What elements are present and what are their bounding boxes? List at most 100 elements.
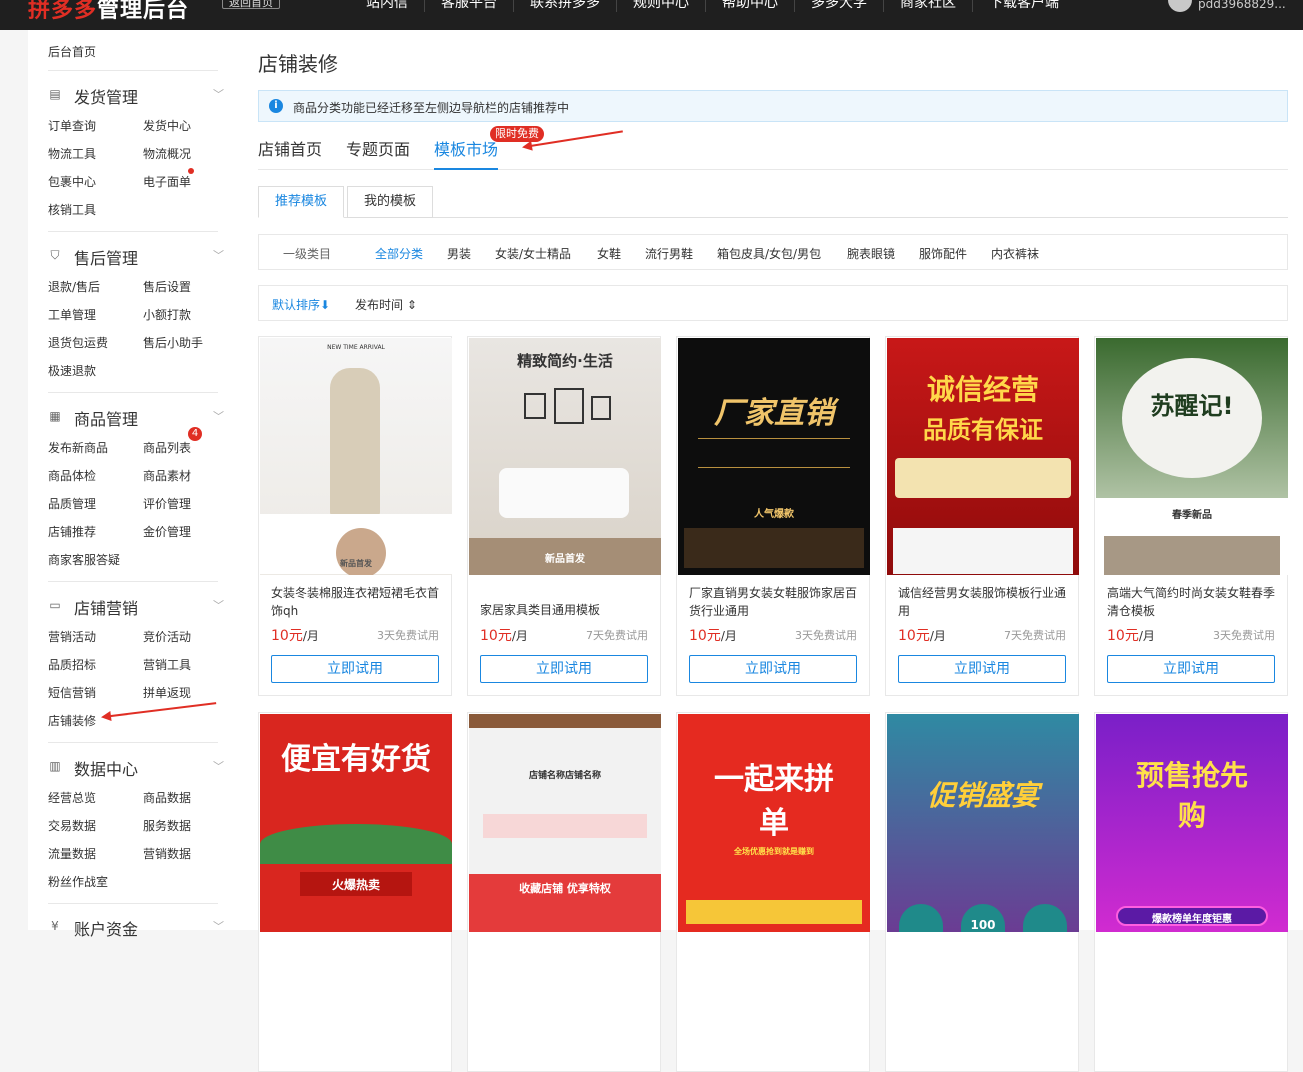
sidebar-item-after-sales-settings[interactable]: 售后设置 (143, 278, 191, 295)
sidebar-item-product-materials[interactable]: 商品素材 (143, 467, 191, 484)
sidebar-item-marketing-data[interactable]: 营销数据 (143, 845, 191, 862)
sidebar-item-store-decoration[interactable]: 店铺装修 (48, 712, 96, 729)
tab-topic-pages[interactable]: 专题页面 (346, 136, 410, 170)
template-thumbnail: 促销盛宴 100 (887, 714, 1079, 932)
filter-all[interactable]: 全部分类 (375, 245, 423, 262)
sidebar-item-fans-room[interactable]: 粉丝作战室 (48, 873, 108, 890)
template-thumbnail: NEW TIME ARRIVAL 新品首发 (260, 338, 452, 575)
price-unit: /月 (302, 629, 319, 643)
nav-rules[interactable]: 规则中心 (617, 0, 706, 12)
sidebar-item-product-check[interactable]: 商品体检 (48, 467, 96, 484)
sidebar-item-sms-marketing[interactable]: 短信营销 (48, 684, 96, 701)
sidebar-item-product-data[interactable]: 商品数据 (143, 789, 191, 806)
sidebar-item-e-waybill[interactable]: 电子面单 (143, 173, 191, 190)
sidebar-item-after-sales-assistant[interactable]: 售后小助手 (143, 334, 203, 351)
subtab-recommended[interactable]: 推荐模板 (258, 186, 345, 218)
sidebar-item-marketing-tools[interactable]: 营销工具 (143, 656, 191, 673)
template-card[interactable]: 诚信经营 品质有保证 诚信经营男女装服饰模板行业通用 10元/月 7天免费试用 … (885, 336, 1079, 696)
sidebar-item-traffic-data[interactable]: 流量数据 (48, 845, 96, 862)
logo[interactable]: 拼多多管理后台 (28, 0, 189, 24)
nav-community[interactable]: 商家社区 (884, 0, 973, 12)
template-card[interactable]: 店铺名称店铺名称 收藏店铺 优享特权 (467, 712, 661, 1072)
sidebar-item-business-overview[interactable]: 经营总览 (48, 789, 96, 806)
section-account-funds[interactable]: ¥ 账户资金 ﹀ (48, 916, 224, 939)
template-card[interactable]: 精致简约·生活 新品首发 家居家具类目通用模板 10元/月 7天免费试用 立即试… (467, 336, 661, 696)
sidebar-item-cashback[interactable]: 拼单返现 (143, 684, 191, 701)
template-thumbnail: 一起来拼单 全场优惠抢到就是赚到 (678, 714, 870, 932)
sidebar-item-customer-qa[interactable]: 商家客服答疑 (48, 551, 120, 568)
nav-messages[interactable]: 站内信 (350, 0, 425, 12)
user-menu[interactable]: pdd3968829... (1168, 0, 1286, 12)
sidebar-item-review-management[interactable]: 评价管理 (143, 495, 191, 512)
filter-accessories[interactable]: 服饰配件 (919, 245, 967, 262)
nav-download[interactable]: 下载客户端 (973, 0, 1075, 12)
price-unit: /月 (511, 629, 528, 643)
nav-contact[interactable]: 联系拼多多 (514, 0, 617, 12)
sidebar-item-service-data[interactable]: 服务数据 (143, 817, 191, 834)
filter-bags[interactable]: 箱包皮具/女包/男包 (717, 245, 821, 262)
sidebar-item-store-recommend[interactable]: 店铺推荐 (48, 523, 96, 540)
sidebar-item-home[interactable]: 后台首页 (48, 43, 96, 60)
sidebar-item-refund[interactable]: 退款/售后 (48, 278, 100, 295)
back-home-button[interactable]: 返回首页 (222, 0, 280, 9)
sidebar-item-trade-data[interactable]: 交易数据 (48, 817, 96, 834)
section-products[interactable]: ▦ 商品管理 ﹀ (48, 406, 224, 429)
nav-help[interactable]: 帮助中心 (706, 0, 795, 12)
filter-men-shoes[interactable]: 流行男鞋 (645, 245, 693, 262)
try-now-button[interactable]: 立即试用 (480, 655, 648, 683)
sidebar-item-ticket-management[interactable]: 工单管理 (48, 306, 96, 323)
section-shipping[interactable]: ▤ 发货管理 ﹀ (48, 84, 224, 107)
sidebar-item-return-shipping[interactable]: 退货包运费 (48, 334, 108, 351)
try-now-button[interactable]: 立即试用 (689, 655, 857, 683)
template-card[interactable]: 一起来拼单 全场优惠抢到就是赚到 (676, 712, 870, 1072)
template-card[interactable]: 便宜有好货 火爆热卖 (258, 712, 452, 1072)
shield-icon: ⛉ (50, 248, 60, 262)
sidebar-item-shipping-center[interactable]: 发货中心 (143, 117, 191, 134)
sort-default[interactable]: 默认排序⬇ (272, 296, 330, 313)
sidebar-item-order-query[interactable]: 订单查询 (48, 117, 96, 134)
sidebar-item-bidding-events[interactable]: 竞价活动 (143, 628, 191, 645)
divider (48, 742, 218, 743)
product-strip (1104, 536, 1280, 575)
sidebar-item-verify-tools[interactable]: 核销工具 (48, 201, 96, 218)
template-card[interactable]: 促销盛宴 100 (885, 712, 1079, 1072)
nav-service-platform[interactable]: 客服平台 (425, 0, 514, 12)
try-now-button[interactable]: 立即试用 (271, 655, 439, 683)
filter-watches[interactable]: 腕表眼镜 (847, 245, 895, 262)
filter-womenswear[interactable]: 女装/女士精品 (495, 245, 571, 262)
template-card[interactable]: NEW TIME ARRIVAL 新品首发 女装冬装棉服连衣裙短裙毛衣首饰qh … (258, 336, 452, 696)
template-card[interactable]: 苏醒记! 春季新品 高端大气简约时尚女装女鞋春季清仓模板 10元/月 3天免费试… (1094, 336, 1288, 696)
sidebar-item-product-list[interactable]: 商品列表 (143, 439, 191, 456)
tab-template-market[interactable]: 模板市场 (434, 136, 499, 170)
sidebar: 后台首页 ▤ 发货管理 ﹀ 订单查询 发货中心 物流工具 物流概况 包裹中心 电… (28, 30, 238, 939)
filter-underwear[interactable]: 内衣裤袜 (991, 245, 1039, 262)
template-card[interactable]: 厂家直销 人气爆款 厂家直销男女装女鞋服饰家居百货行业通用 10元/月 3天免费… (676, 336, 870, 696)
sidebar-item-quality-tender[interactable]: 品质招标 (48, 656, 96, 673)
nav-university[interactable]: 多多大学 (795, 0, 884, 12)
sort-publish-time[interactable]: 发布时间 ⇕ (355, 296, 417, 313)
sidebar-item-quality-management[interactable]: 品质管理 (48, 495, 96, 512)
section-marketing[interactable]: ▭ 店铺营销 ﹀ (48, 595, 224, 618)
template-card[interactable]: 预售抢先购 爆款榜单年度钜惠 (1094, 712, 1288, 1072)
sidebar-item-logistics-overview[interactable]: 物流概况 (143, 145, 191, 162)
filter-women-shoes[interactable]: 女鞋 (597, 245, 621, 262)
sidebar-item-fast-refund[interactable]: 极速退款 (48, 362, 96, 379)
try-now-button[interactable]: 立即试用 (898, 655, 1066, 683)
sort-bar: 默认排序⬇ 发布时间 ⇕ (258, 285, 1288, 321)
section-after-sales[interactable]: ⛉ 售后管理 ﹀ (48, 245, 224, 268)
section-data-center[interactable]: ▥ 数据中心 ﹀ (48, 756, 224, 779)
filter-label: 一级类目 (283, 247, 332, 261)
thumb-header (469, 714, 661, 728)
try-now-button[interactable]: 立即试用 (1107, 655, 1275, 683)
sidebar-item-package-center[interactable]: 包裹中心 (48, 173, 96, 190)
sidebar-item-new-product[interactable]: 发布新商品 (48, 439, 108, 456)
filter-menswear[interactable]: 男装 (447, 245, 471, 262)
template-name: 高端大气简约时尚女装女鞋春季清仓模板 (1107, 586, 1276, 618)
sidebar-item-gold-price[interactable]: 金价管理 (143, 523, 191, 540)
subtab-my-templates[interactable]: 我的模板 (347, 186, 434, 218)
sidebar-item-logistics-tools[interactable]: 物流工具 (48, 145, 96, 162)
thumb-caption: 人气爆款 (754, 509, 794, 520)
tab-store-home[interactable]: 店铺首页 (258, 136, 322, 170)
sidebar-item-small-payout[interactable]: 小额打款 (143, 306, 191, 323)
sidebar-item-marketing-events[interactable]: 营销活动 (48, 628, 96, 645)
